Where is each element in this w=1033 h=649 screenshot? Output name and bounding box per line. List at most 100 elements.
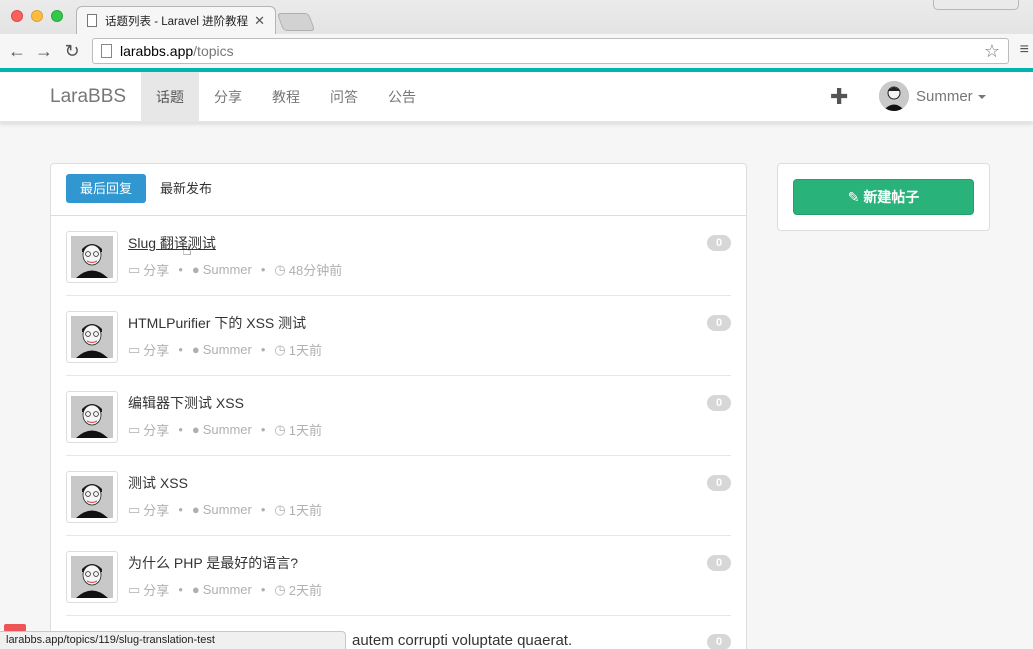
topic-category[interactable]: 分享 (143, 260, 169, 279)
topic-meta: ▭ 分享 • ● Summer • ◷ 1天前 (128, 500, 322, 519)
profile-button[interactable] (933, 0, 1019, 10)
nav-item-topics[interactable]: 话题 (141, 72, 199, 122)
clock-icon: ◷ (274, 341, 286, 357)
reply-count-badge: 0 (707, 555, 731, 571)
nav-item-share[interactable]: 分享 (199, 72, 257, 122)
topic-meta: ▭ 分享 • ● Summer • ◷ 1天前 (128, 340, 322, 359)
folder-icon: ▭ (128, 421, 141, 437)
nav-item-qa[interactable]: 问答 (315, 72, 373, 122)
clock-icon: ◷ (274, 421, 286, 437)
topic-row: 编辑器下测试 XSS ▭ 分享 • ● Summer • ◷ 1天前 0 (66, 376, 731, 456)
close-tab-icon[interactable]: ✕ (254, 13, 265, 29)
avatar[interactable] (66, 311, 118, 363)
topic-author[interactable]: Summer (203, 342, 252, 357)
browser-menu-icon[interactable]: ≡ (1020, 41, 1029, 59)
separator: • (260, 582, 266, 597)
nav-item-tutorial[interactable]: 教程 (257, 72, 315, 122)
bookmark-star-icon[interactable]: ☆ (984, 41, 1000, 62)
separator: • (178, 582, 183, 597)
tab-title: 话题列表 - Laravel 进阶教程 (105, 15, 249, 28)
topic-category[interactable]: 分享 (143, 340, 169, 359)
topic-time: 2天前 (288, 583, 322, 598)
topic-meta: ▭ 分享 • ● Summer • ◷ 48分钟前 (128, 260, 342, 279)
user-icon: ● (191, 422, 200, 437)
topic-title[interactable]: 编辑器下测试 XSS (128, 393, 244, 413)
avatar[interactable] (879, 81, 909, 111)
user-icon: ● (191, 342, 200, 357)
avatar[interactable] (66, 471, 118, 523)
topic-author[interactable]: Summer (203, 262, 252, 277)
topic-row: 测试 XSS ▭ 分享 • ● Summer • ◷ 1天前 0 (66, 456, 731, 536)
separator: • (178, 422, 183, 437)
topic-title[interactable]: 为什么 PHP 是最好的语言? (128, 553, 298, 573)
caret-down-icon (977, 95, 986, 100)
address-bar[interactable]: larabbs.app/topics ☆ (92, 38, 1009, 64)
avatar[interactable] (66, 231, 118, 283)
site-navbar: LaraBBS 话题 分享 教程 问答 公告 ✚ Summer (0, 72, 1033, 122)
page-icon (101, 44, 112, 58)
user-icon: ● (191, 582, 200, 597)
minimize-window-button[interactable] (31, 10, 43, 22)
separator: • (260, 502, 266, 517)
folder-icon: ▭ (128, 341, 141, 357)
topic-title[interactable]: 测试 XSS (128, 473, 188, 493)
tab-newest[interactable]: 最新发布 (146, 174, 226, 203)
pointer-cursor-icon: ☝ (182, 242, 192, 259)
clock-icon: ◷ (274, 581, 286, 597)
folder-icon: ▭ (128, 581, 141, 597)
separator: • (260, 262, 266, 277)
topic-category[interactable]: 分享 (143, 420, 169, 439)
topic-time: 1天前 (288, 343, 322, 358)
plus-icon[interactable]: ✚ (830, 84, 848, 110)
browser-chrome: 话题列表 - Laravel 进阶教程 ✕ ← → ↻ larabbs.app/… (0, 0, 1033, 68)
topic-row: HTMLPurifier 下的 XSS 测试 ▭ 分享 • ● Summer • ◷ 1天前 0 (66, 296, 731, 376)
document-icon (87, 14, 97, 27)
topic-author[interactable]: Summer (203, 582, 252, 597)
topic-meta: ▭ 分享 • ● Summer • ◷ 2天前 (128, 580, 322, 599)
browser-tab[interactable]: 话题列表 - Laravel 进阶教程 ✕ (76, 6, 276, 34)
topic-time: 48分钟前 (288, 263, 343, 278)
topic-author[interactable]: Summer (203, 422, 252, 437)
user-menu[interactable]: Summer (916, 88, 986, 105)
new-tab-button[interactable] (276, 13, 316, 31)
topic-title[interactable]: autem corrupti voluptate quaerat. (352, 632, 572, 649)
clock-icon: ◷ (274, 261, 286, 277)
user-icon: ● (191, 262, 200, 277)
reply-count-badge: 0 (707, 315, 731, 331)
topic-time: 1天前 (288, 423, 322, 438)
reply-count-badge: 0 (707, 395, 731, 411)
topic-author[interactable]: Summer (203, 502, 252, 517)
avatar[interactable] (66, 551, 118, 603)
topic-row: 为什么 PHP 是最好的语言? ▭ 分享 • ● Summer • ◷ 2天前 0 (66, 536, 731, 616)
reload-icon[interactable]: ↻ (62, 41, 82, 61)
maximize-window-button[interactable] (51, 10, 63, 22)
separator: • (178, 262, 183, 277)
topic-title[interactable]: HTMLPurifier 下的 XSS 测试 (128, 313, 306, 333)
tab-last-reply[interactable]: 最后回复 (66, 174, 147, 203)
separator: • (178, 342, 183, 357)
browser-toolbar: ← → ↻ larabbs.app/topics ☆ ≡ (0, 34, 1033, 68)
separator: • (260, 422, 266, 437)
close-window-button[interactable] (11, 10, 23, 22)
nav-item-announcement[interactable]: 公告 (373, 72, 431, 122)
avatar[interactable] (66, 391, 118, 443)
forward-icon[interactable]: → (34, 41, 54, 61)
brand-logo[interactable]: LaraBBS (50, 86, 126, 108)
reply-count-badge: 0 (707, 634, 731, 649)
reply-count-badge: 0 (707, 475, 731, 491)
topic-title[interactable]: Slug 翻译测试 (128, 233, 216, 253)
pencil-icon: ✎ (847, 189, 860, 205)
panel-heading: 最后回复 最新发布 (51, 164, 746, 216)
back-icon[interactable]: ← (7, 41, 27, 61)
topic-time: 1天前 (288, 503, 322, 518)
topic-meta: ▭ 分享 • ● Summer • ◷ 1天前 (128, 420, 322, 439)
topics-panel: 最后回复 最新发布 Slug 翻译测试 ▭ 分享 • ● Summer • ◷ 48分钟前 0 ☝ H… (50, 163, 747, 649)
new-topic-button[interactable]: ✎ 新建帖子 (793, 179, 974, 215)
separator: • (178, 502, 183, 517)
url-text: larabbs.app/topics (120, 43, 234, 59)
separator: • (260, 342, 266, 357)
topic-category[interactable]: 分享 (143, 500, 169, 519)
topic-category[interactable]: 分享 (143, 580, 169, 599)
sidebar-panel: ✎ 新建帖子 (777, 163, 990, 231)
topic-row: Slug 翻译测试 ▭ 分享 • ● Summer • ◷ 48分钟前 0 ☝ (66, 216, 731, 296)
